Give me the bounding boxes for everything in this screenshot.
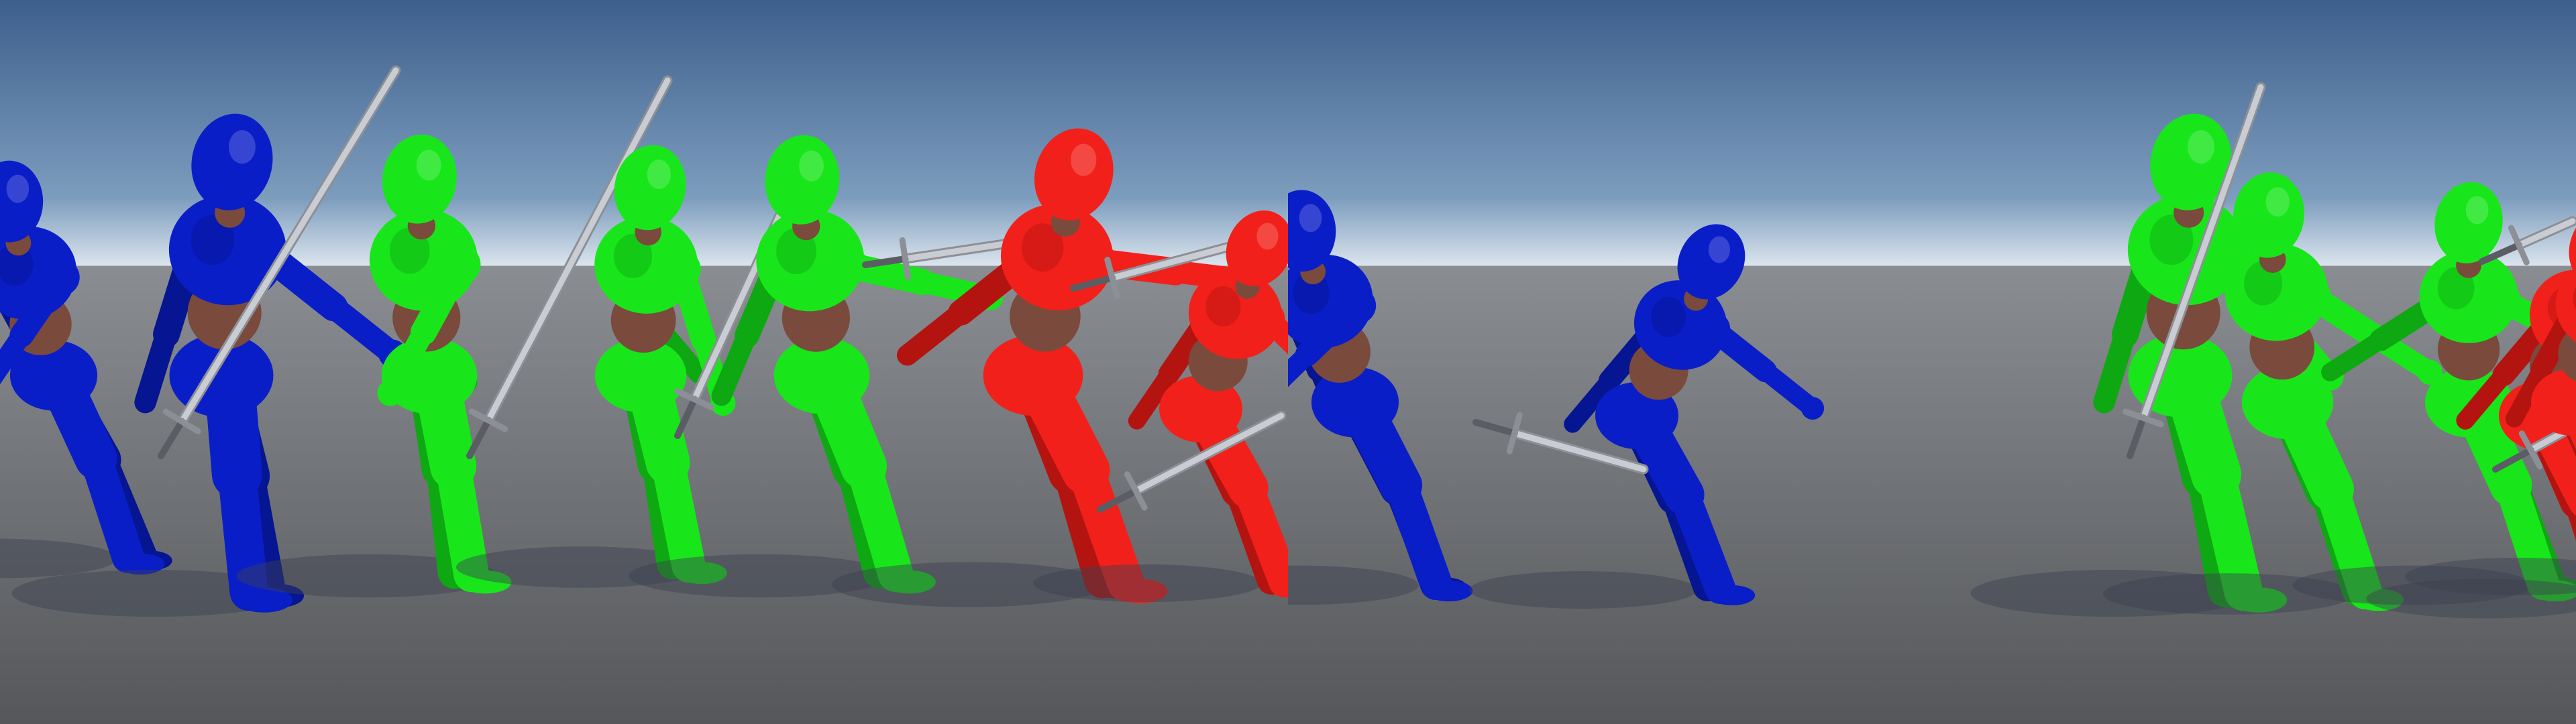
- front-foot: [1709, 585, 1756, 605]
- head-highlight: [228, 130, 256, 164]
- scene-render-right: [1288, 0, 2576, 724]
- head-highlight: [2187, 130, 2214, 164]
- head-highlight: [647, 160, 671, 190]
- head-highlight: [2465, 196, 2489, 225]
- scene-render-left: [0, 0, 1288, 724]
- split-screen-stage: [0, 0, 2576, 724]
- camera-view-right: [1288, 0, 2576, 724]
- front-foot: [1424, 580, 1473, 602]
- front-shin: [435, 448, 490, 593]
- front-upper-arm: [834, 251, 936, 295]
- head-highlight: [799, 150, 824, 182]
- chest-shading: [1205, 286, 1241, 327]
- head-highlight: [1070, 143, 1097, 176]
- character-shadow: [1469, 571, 1697, 609]
- character-shadow: [1033, 564, 1261, 602]
- head-highlight: [1256, 223, 1279, 250]
- chest-shading: [1651, 296, 1686, 337]
- front-shin: [651, 445, 706, 583]
- hand: [1801, 397, 1825, 420]
- hand: [377, 379, 404, 406]
- head-highlight: [1299, 204, 1322, 233]
- sky: [1288, 0, 2576, 265]
- head-highlight: [6, 174, 30, 203]
- camera-view-left: [0, 0, 1288, 724]
- head-highlight: [416, 149, 441, 181]
- head-highlight: [2265, 187, 2290, 217]
- head-highlight: [1708, 236, 1730, 263]
